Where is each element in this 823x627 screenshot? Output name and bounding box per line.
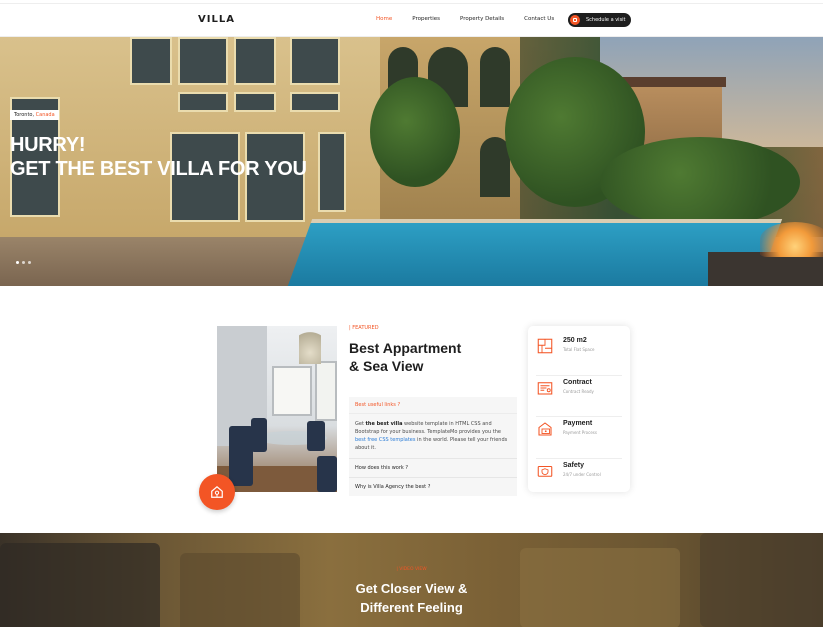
slider-dot[interactable] bbox=[22, 261, 25, 264]
site-logo[interactable]: VILLA bbox=[198, 14, 235, 25]
hero-title: HURRY! GET THE BEST VILLA FOR YOU bbox=[10, 133, 307, 181]
schedule-visit-label: Schedule a visit bbox=[586, 17, 626, 23]
featured-title: Best Appartment & Sea View bbox=[349, 339, 519, 375]
accordion-body-link[interactable]: best free CSS templates bbox=[355, 437, 415, 443]
house-key-icon bbox=[211, 485, 223, 498]
featured-image bbox=[217, 326, 337, 492]
hero-firepit bbox=[708, 252, 823, 286]
accordion-item[interactable]: Why is Villa Agency the best ? bbox=[349, 477, 517, 496]
hero-fire bbox=[760, 222, 823, 257]
site-header: VILLA Home Properties Property Details C… bbox=[0, 4, 823, 37]
video-title: Get Closer View & Different Feeling bbox=[0, 579, 823, 617]
contract-icon bbox=[537, 381, 553, 395]
hero-title-line1: HURRY! bbox=[10, 134, 86, 156]
main-nav: Home Properties Property Details Contact… bbox=[376, 16, 574, 22]
property-info-card: 250 m2 Total Flat Space Contract Contrac… bbox=[528, 326, 630, 492]
accordion-body-bold: the best villa bbox=[365, 421, 403, 427]
info-row-safety: Safety 24/7 under Control bbox=[536, 459, 622, 501]
floor-plan-icon bbox=[537, 338, 553, 354]
video-tag: | VIDEO VIEW bbox=[396, 567, 427, 572]
info-row-contract: Contract Contract Ready bbox=[536, 376, 622, 417]
hero-tree bbox=[370, 77, 460, 187]
featured-badge[interactable] bbox=[199, 474, 235, 510]
slider-dot[interactable] bbox=[28, 261, 31, 264]
accordion-item[interactable]: How does this work ? bbox=[349, 458, 517, 477]
hero-title-line2: GET THE BEST VILLA FOR YOU bbox=[10, 158, 307, 180]
nav-property-details[interactable]: Property Details bbox=[460, 16, 504, 22]
info-label: Payment Process bbox=[563, 430, 597, 435]
slider-dot[interactable] bbox=[16, 261, 19, 264]
hero-location-city: Toronto, bbox=[14, 112, 35, 118]
featured-title-line2: & Sea View bbox=[349, 358, 424, 374]
accordion-body: Get the best villa website template in H… bbox=[349, 414, 517, 458]
video-title-line1: Get Closer View & bbox=[355, 581, 468, 596]
info-value: 250 m2 bbox=[563, 337, 587, 344]
video-section: | VIDEO VIEW Get Closer View & Different… bbox=[0, 533, 823, 627]
featured-title-line1: Best Appartment bbox=[349, 340, 462, 356]
safety-icon bbox=[537, 465, 553, 477]
nav-properties[interactable]: Properties bbox=[412, 16, 440, 22]
hero-tree bbox=[600, 137, 800, 227]
info-value: Safety bbox=[563, 461, 585, 469]
nav-home[interactable]: Home bbox=[376, 16, 392, 22]
info-value: Contract bbox=[563, 378, 592, 386]
info-row-payment: Payment Payment Process bbox=[536, 417, 622, 459]
nav-contact-us[interactable]: Contact Us bbox=[524, 16, 554, 22]
payment-icon bbox=[538, 422, 552, 436]
info-label: 24/7 under Control bbox=[563, 471, 601, 477]
calendar-icon bbox=[570, 15, 580, 25]
schedule-visit-button[interactable]: Schedule a visit bbox=[568, 13, 631, 27]
video-title-line2: Different Feeling bbox=[360, 600, 463, 615]
hero-location-country: Canada bbox=[35, 112, 55, 118]
slider-dots bbox=[16, 261, 31, 264]
info-label: Total Flat Space bbox=[563, 347, 595, 352]
hero-banner: Toronto, Canada HURRY! GET THE BEST VILL… bbox=[0, 37, 823, 286]
faq-accordion: Best useful links ? Get the best villa w… bbox=[349, 397, 517, 496]
featured-tag: | FEATURED bbox=[349, 325, 379, 331]
accordion-body-prefix: Get bbox=[355, 421, 366, 427]
info-value: Payment bbox=[563, 420, 593, 427]
hero-location-badge: Toronto, Canada bbox=[10, 110, 59, 120]
accordion-header-open[interactable]: Best useful links ? bbox=[349, 397, 517, 414]
info-label: Contract Ready bbox=[563, 388, 594, 394]
info-row-space: 250 m2 Total Flat Space bbox=[536, 334, 622, 376]
